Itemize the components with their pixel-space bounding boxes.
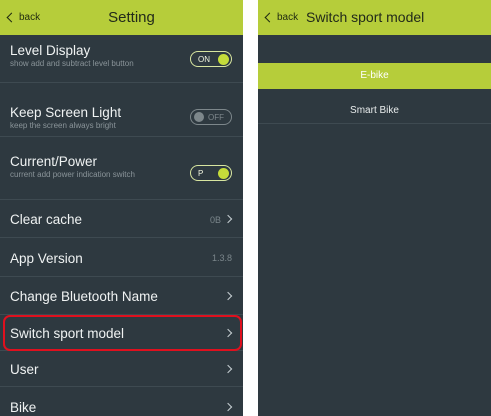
change-bluetooth-name-row[interactable]: Change Bluetooth Name — [0, 277, 243, 315]
level-display-label: Level Display — [10, 43, 91, 58]
current-power-toggle[interactable]: P — [190, 165, 232, 181]
page-title: Switch sport model — [306, 9, 425, 25]
cache-size-value: 0B — [209, 215, 221, 225]
change-bluetooth-name-label: Change Bluetooth Name — [10, 289, 158, 304]
keep-screen-light-row: Keep Screen Light keep the screen always… — [0, 83, 243, 137]
level-display-description: show add and subtract level button — [10, 59, 134, 68]
clear-cache-label: Clear cache — [10, 212, 83, 227]
toggle-knob — [218, 53, 229, 65]
chevron-right-icon — [223, 214, 233, 224]
chevron-right-icon — [223, 364, 233, 374]
toggle-state-label: P — [198, 168, 204, 178]
bike-label: Bike — [10, 400, 37, 415]
user-label: User — [10, 362, 39, 377]
level-display-row: Level Display show add and subtract leve… — [0, 35, 243, 83]
current-power-description: current add power indication switch — [10, 170, 135, 179]
selection-highlight — [3, 315, 242, 351]
bike-row[interactable]: Bike — [0, 387, 243, 416]
switch-sport-header: back Switch sport model — [258, 0, 491, 35]
toggle-knob — [218, 167, 229, 179]
setting-screen: back Setting Level Display show add and … — [0, 0, 243, 416]
chevron-right-icon — [223, 291, 233, 301]
setting-header: back Setting — [0, 0, 243, 35]
app-version-row: App Version 1.3.8 — [0, 238, 243, 277]
keep-screen-light-toggle[interactable]: OFF — [190, 109, 232, 125]
toggle-state-label: ON — [198, 54, 210, 64]
keep-screen-light-label: Keep Screen Light — [10, 105, 122, 120]
current-power-row: Current/Power current add power indicati… — [0, 137, 243, 200]
user-row[interactable]: User — [0, 351, 243, 387]
clear-cache-row[interactable]: Clear cache 0B — [0, 200, 243, 238]
sport-option-ebike[interactable]: E-bike — [258, 63, 491, 89]
keep-screen-light-description: keep the screen always bright — [10, 121, 116, 130]
sport-option-smart-bike[interactable]: Smart Bike — [258, 98, 491, 124]
toggle-state-label: OFF — [208, 112, 224, 122]
back-label: back — [277, 12, 299, 23]
level-display-toggle[interactable]: ON — [190, 51, 232, 67]
app-version-label: App Version — [10, 251, 83, 266]
back-button[interactable]: back — [264, 0, 299, 35]
app-version-value: 1.3.8 — [211, 253, 232, 263]
chevron-right-icon — [223, 402, 233, 412]
page-title: Setting — [108, 9, 155, 26]
toggle-knob — [194, 112, 204, 122]
current-power-label: Current/Power — [10, 154, 98, 169]
chevron-left-icon — [264, 12, 275, 23]
switch-sport-model-screen: back Switch sport model E-bike Smart Bik… — [258, 0, 491, 416]
